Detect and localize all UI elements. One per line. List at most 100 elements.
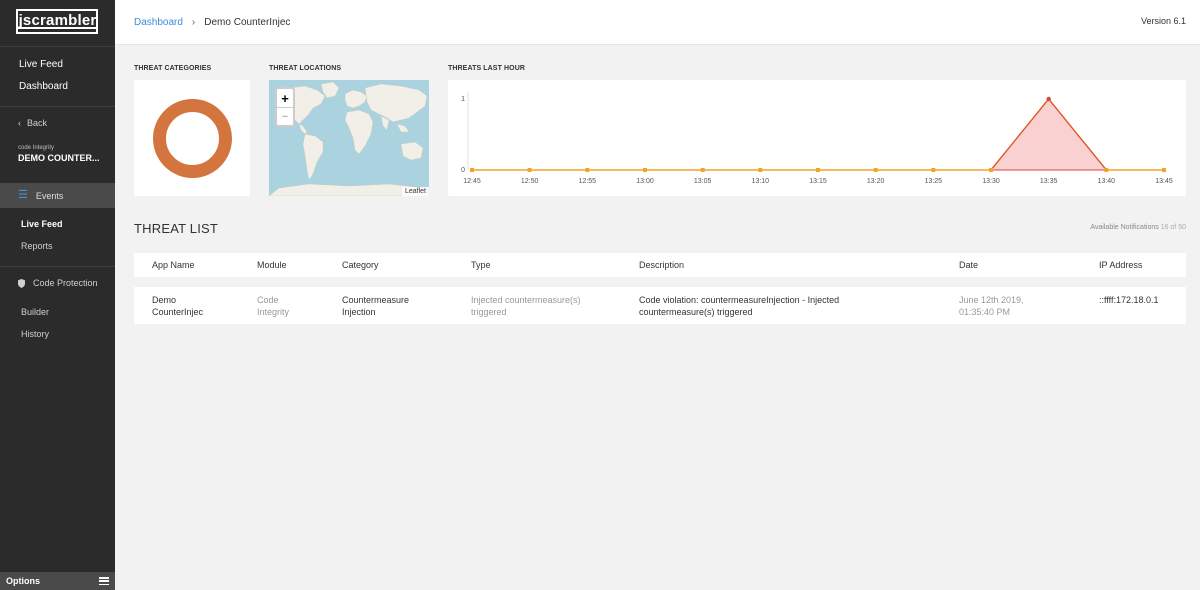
threat-locations-map[interactable]: + − Leaflet: [269, 80, 429, 196]
cell-type-line: triggered: [471, 307, 507, 317]
breadcrumb-dashboard-link[interactable]: Dashboard: [134, 17, 183, 28]
x-tick-label: 13:10: [752, 178, 770, 185]
threat-table-header: App Name Module Category Type Descriptio…: [134, 253, 1186, 277]
column-header-type[interactable]: Type: [471, 260, 491, 270]
cell-app-name: Demo CounterInjec: [152, 294, 203, 318]
x-tick-label: 13:00: [636, 178, 654, 185]
sidebar: jscrambler Live Feed Dashboard ‹ Back co…: [0, 0, 115, 590]
zoom-in-button[interactable]: +: [277, 89, 293, 107]
sidebar-item-history[interactable]: History: [21, 329, 49, 339]
breadcrumb-current: Demo CounterInjec: [204, 17, 291, 28]
sidebar-divider: [0, 46, 115, 47]
cell-type: Injected countermeasure(s) triggered: [471, 294, 581, 318]
events-label: Events: [35, 190, 64, 201]
cell-description: Code violation: countermeasureInjection …: [639, 294, 839, 318]
cell-date-line: June 12th 2019,: [959, 295, 1024, 305]
sidebar-item-code-protection[interactable]: Code Protection: [18, 278, 98, 288]
data-point: [873, 168, 878, 172]
data-point: [527, 168, 532, 172]
x-tick-label: 13:45: [1155, 178, 1173, 185]
threat-categories-donut[interactable]: [153, 99, 232, 178]
threats-last-hour-card: 0 1 12:45 12:50 12:55 13:00 13:05 13:10 13:15 13:…: [448, 80, 1186, 196]
breadcrumb: Dashboard › Demo CounterInjec: [134, 17, 290, 28]
data-point: [1162, 168, 1166, 172]
breadcrumb-separator-icon: ›: [191, 17, 196, 28]
jscrambler-logo[interactable]: jscrambler: [15, 9, 99, 34]
sidebar-divider: [0, 266, 115, 267]
column-header-app-name[interactable]: App Name: [152, 260, 195, 270]
sidebar-item-builder[interactable]: Builder: [21, 307, 49, 317]
chevron-left-icon: ‹: [18, 118, 21, 128]
x-tick-label: 12:55: [579, 178, 597, 185]
cell-date-line: 01:35:40 PM: [959, 307, 1011, 317]
cell-module-line: Code: [257, 295, 279, 305]
series-area: [989, 98, 1108, 171]
table-row[interactable]: Demo CounterInjec Code Integrity Counter…: [134, 287, 1186, 324]
threat-categories-title: THREAT CATEGORIES: [134, 65, 212, 72]
column-header-date[interactable]: Date: [959, 260, 978, 270]
options-label: Options: [6, 576, 40, 586]
threats-last-hour-chart: 0 1 12:45 12:50 12:55 13:00 13:05 13:10 13:15 13:…: [461, 92, 1173, 185]
column-header-category[interactable]: Category: [342, 260, 379, 270]
cell-category-line: Countermeasure: [342, 295, 410, 305]
cell-category: Countermeasure Injection: [342, 294, 409, 318]
threats-last-hour-title: THREATS LAST HOUR: [448, 65, 526, 72]
options-bar: Options: [0, 572, 115, 590]
x-tick-label: 13:25: [925, 178, 943, 185]
back-label: Back: [27, 118, 48, 128]
cell-description-line: Code violation: countermeasureInjection …: [639, 295, 840, 305]
column-header-ip-address[interactable]: IP Address: [1099, 260, 1142, 270]
x-tick-label: 13:35: [1040, 178, 1058, 185]
data-point: [700, 168, 705, 172]
map-zoom-control: + −: [275, 87, 295, 127]
threat-categories-card: [134, 80, 250, 196]
x-tick-label: 13:40: [1098, 178, 1116, 185]
list-icon: ☰: [18, 189, 28, 201]
x-tick-label: 12:45: [463, 178, 481, 185]
x-tick-label: 13:30: [982, 178, 1000, 185]
x-tick-label: 13:15: [809, 178, 827, 185]
cell-ip-address: ::ffff:172.18.0.1: [1099, 295, 1159, 305]
data-point: [643, 168, 647, 172]
back-link[interactable]: ‹ Back: [18, 118, 47, 128]
data-point: [1046, 96, 1051, 102]
data-point: [585, 168, 590, 172]
x-tick-label: 12:50: [521, 178, 539, 185]
x-tick-label: 13:20: [867, 178, 885, 185]
logo-text: jscrambler: [15, 13, 99, 29]
data-point: [1104, 168, 1109, 172]
top-header: Dashboard › Demo CounterInjec Version 6.…: [115, 0, 1200, 45]
code-protection-label: Code Protection: [33, 278, 98, 288]
cell-type-line: Injected countermeasure(s): [471, 295, 581, 305]
cell-module-line: Integrity: [257, 307, 290, 317]
column-header-module[interactable]: Module: [257, 260, 287, 270]
sidebar-item-events-live-feed[interactable]: Live Feed: [21, 219, 63, 229]
sidebar-item-events[interactable]: ☰ Events: [0, 183, 115, 208]
data-point: [816, 168, 820, 172]
version-label: Version 6.1: [1140, 16, 1186, 26]
available-notifications-count: 16 of 50: [1160, 224, 1186, 231]
threat-locations-title: THREAT LOCATIONS: [269, 65, 342, 72]
sidebar-item-live-feed[interactable]: Live Feed: [19, 59, 63, 70]
x-tick-label: 13:05: [694, 178, 712, 185]
app-name: DEMO COUNTER...: [18, 153, 100, 163]
cell-description-line: countermeasure(s) triggered: [639, 307, 753, 317]
column-header-description[interactable]: Description: [639, 260, 684, 270]
available-notifications-label: Available Notifications: [1090, 224, 1159, 231]
zoom-out-button[interactable]: −: [277, 107, 293, 125]
map-attribution[interactable]: Leaflet: [401, 187, 429, 196]
data-point: [931, 168, 936, 172]
sidebar-item-dashboard[interactable]: Dashboard: [19, 81, 68, 92]
cell-date: June 12th 2019, 01:35:40 PM: [959, 294, 1024, 318]
cell-app-name-line: Demo: [152, 295, 177, 305]
cell-category-line: Injection: [342, 307, 376, 317]
shield-icon: [18, 278, 25, 288]
threat-list-title: THREAT LIST: [134, 221, 219, 236]
hamburger-menu-icon[interactable]: [99, 577, 109, 585]
cell-app-name-line: CounterInjec: [152, 307, 204, 317]
y-tick-label: 1: [461, 96, 465, 103]
sidebar-item-reports[interactable]: Reports: [21, 241, 53, 251]
data-point: [470, 168, 474, 172]
cell-module: Code Integrity: [257, 294, 289, 318]
available-notifications: Available Notifications 16 of 50: [1090, 224, 1186, 231]
